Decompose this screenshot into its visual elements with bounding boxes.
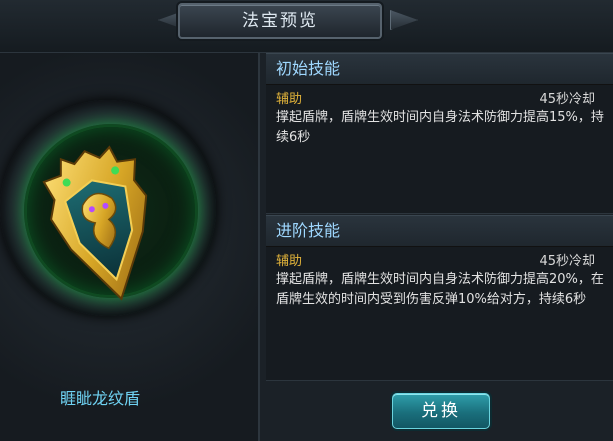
item-preview-panel: 睚眦龙纹盾	[0, 53, 260, 441]
skill-type-tag: 辅助	[276, 254, 303, 269]
top-bar: 法宝预览	[0, 0, 613, 53]
skill-meta-row: 辅助 45秒冷却	[276, 88, 605, 108]
title-ornament-right	[390, 10, 418, 30]
initial-skill-section: 初始技能 辅助 45秒冷却 撑起盾牌，盾牌生效时间内自身法术防御力提高15%，持…	[266, 53, 613, 214]
advanced-skill-heading: 进阶技能	[266, 215, 613, 247]
item-name: 睚眦龙纹盾	[59, 389, 140, 408]
initial-skill-heading: 初始技能	[266, 53, 613, 85]
skill-cooldown: 45秒冷却	[539, 92, 595, 107]
skill-type-tag: 辅助	[276, 92, 303, 107]
skill-description: 撑起盾牌，盾牌生效时间内自身法术防御力提高20%，在盾牌生效的时间内受到伤害反弹…	[276, 272, 604, 307]
initial-skill-body: 辅助 45秒冷却 撑起盾牌，盾牌生效时间内自身法术防御力提高15%，持续6秒	[266, 85, 613, 214]
page-title: 法宝预览	[178, 3, 382, 39]
skill-meta-row: 辅助 45秒冷却	[276, 250, 605, 270]
advanced-skill-body: 辅助 45秒冷却 撑起盾牌，盾牌生效时间内自身法术防御力提高20%，在盾牌生效的…	[266, 247, 613, 381]
redeem-button[interactable]: 兑换	[392, 393, 490, 429]
skill-cooldown: 45秒冷却	[539, 254, 595, 269]
advanced-skill-section: 进阶技能 辅助 45秒冷却 撑起盾牌，盾牌生效时间内自身法术防御力提高20%，在…	[266, 215, 613, 381]
skill-description: 撑起盾牌，盾牌生效时间内自身法术防御力提高15%，持续6秒	[276, 110, 604, 145]
